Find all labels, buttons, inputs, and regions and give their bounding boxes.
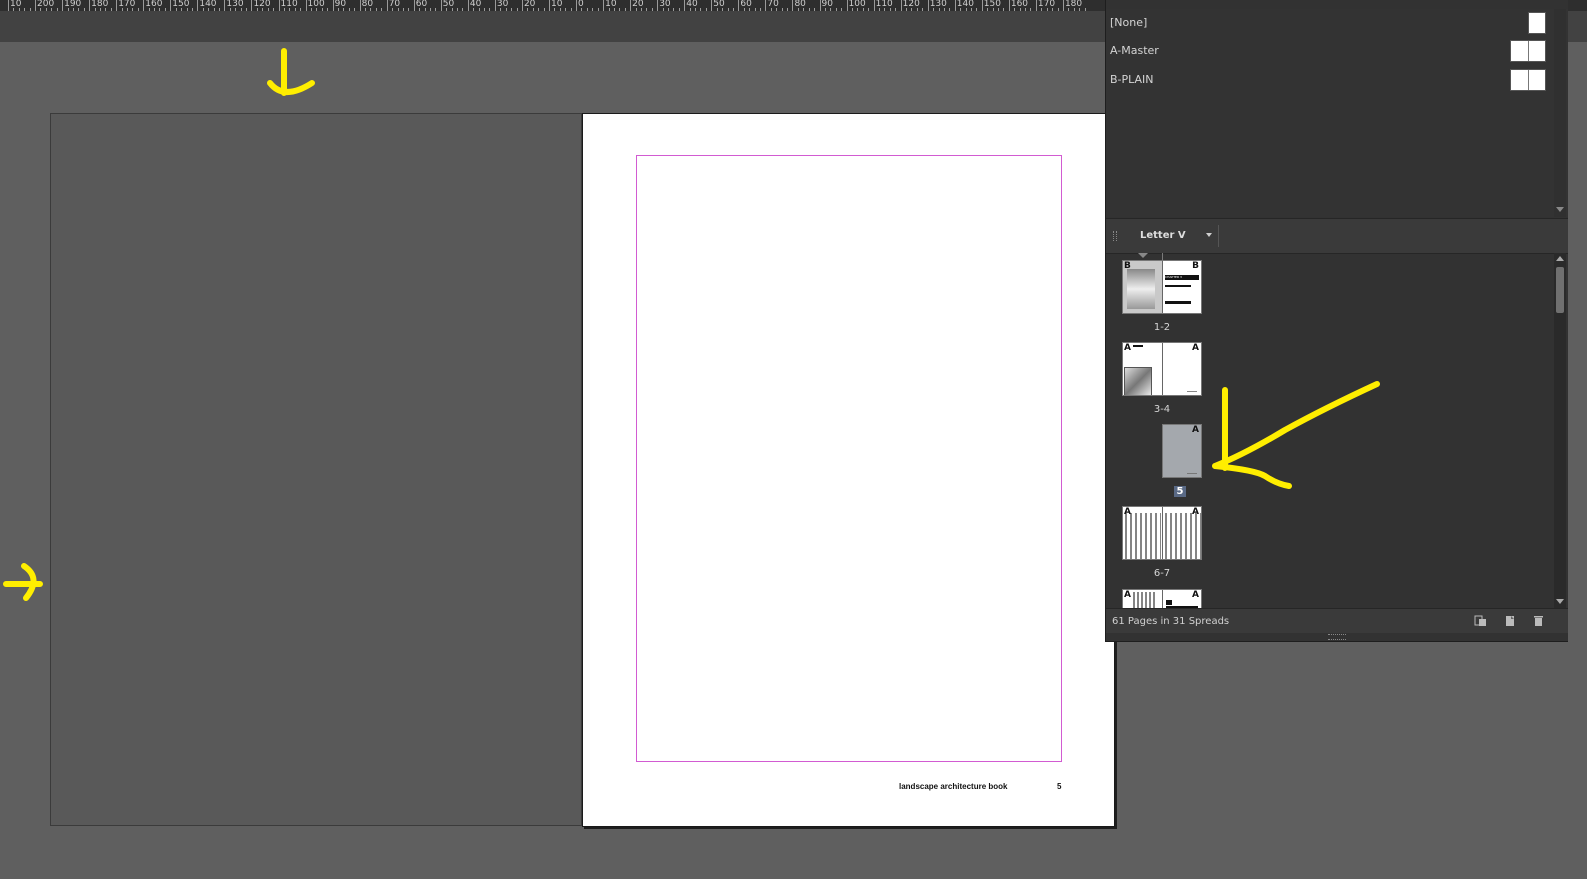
ruler-major-tick	[521, 0, 523, 11]
spread-thumb-5[interactable]: A	[1162, 424, 1202, 478]
ruler-major-tick	[440, 0, 442, 11]
ruler-major-tick	[873, 0, 875, 11]
ruler-major-tick	[494, 0, 496, 11]
ruler-major-tick	[332, 0, 334, 11]
pages-status-bar: 61 Pages in 31 Spreads	[1106, 608, 1568, 633]
ruler-major-tick	[819, 0, 821, 11]
pages-panel: [None] A-Master B-PLAIN Letter V CHAPTER…	[1105, 0, 1568, 642]
master-none[interactable]: [None]	[1110, 16, 1147, 29]
annotation-arrow-left-icon	[1212, 381, 1380, 489]
master-prefix: B	[1192, 261, 1199, 271]
separator	[1218, 225, 1219, 247]
master-prefix: A	[1192, 590, 1199, 600]
ruler-major-tick	[684, 0, 686, 11]
ruler-major-tick	[549, 0, 550, 11]
spread-label[interactable]: 1-2	[1122, 322, 1202, 333]
ruler-major-tick	[927, 0, 929, 11]
ruler-major-tick	[413, 0, 415, 11]
start-marker-icon	[1138, 253, 1148, 258]
table-thumb	[1165, 513, 1201, 559]
ruler-major-tick	[711, 0, 713, 11]
edit-page-size-icon[interactable]	[1474, 615, 1487, 627]
master-b[interactable]: B-PLAIN	[1110, 73, 1154, 86]
ruler-major-tick	[305, 0, 307, 11]
annotation-arrow-down-icon	[267, 48, 315, 96]
ruler-major-tick	[386, 0, 388, 11]
ruler-major-tick	[576, 0, 578, 11]
grip-icon[interactable]	[1113, 231, 1117, 241]
masters-scrollbar[interactable]	[1554, 9, 1566, 217]
ruler-major-tick	[251, 0, 253, 11]
ruler-major-tick	[89, 0, 91, 11]
master-a[interactable]: A-Master	[1110, 44, 1159, 57]
new-page-icon[interactable]	[1504, 615, 1517, 627]
master-a-thumb[interactable]	[1510, 40, 1546, 62]
ruler-major-tick	[170, 0, 172, 11]
spread-thumb-3-4[interactable]: A A	[1122, 342, 1202, 396]
ruler-major-tick	[1062, 0, 1064, 11]
page-count: 61 Pages in 31 Spreads	[1112, 616, 1230, 627]
document-page-5[interactable]: landscape architecture book 5	[582, 113, 1115, 827]
ruler-major-tick	[657, 0, 659, 11]
ruler-major-tick	[35, 0, 37, 11]
ruler-major-tick	[1035, 0, 1037, 11]
ruler-major-tick	[603, 0, 605, 11]
delete-page-icon[interactable]	[1532, 615, 1545, 627]
ruler-major-tick	[954, 0, 956, 11]
ruler-major-tick	[143, 0, 145, 11]
page-size-bar: Letter V	[1106, 218, 1568, 254]
ruler-major-tick	[62, 0, 64, 11]
scroll-down-arrow-icon[interactable]	[1556, 599, 1564, 604]
page-number: 5	[1057, 782, 1062, 791]
margin-guide	[636, 155, 1062, 762]
masters-list[interactable]: [None] A-Master B-PLAIN	[1106, 9, 1568, 217]
ruler-major-tick	[738, 0, 740, 11]
scroll-thumb[interactable]	[1556, 267, 1564, 313]
master-none-thumb[interactable]	[1528, 12, 1546, 34]
master-prefix: A	[1192, 507, 1199, 517]
annotation-arrow-right-icon	[3, 563, 43, 601]
empty-left-page-area[interactable]	[50, 113, 582, 826]
ruler-major-tick	[278, 0, 280, 11]
page-size-label[interactable]: Letter V	[1140, 230, 1186, 241]
spread-label[interactable]: 6-7	[1122, 568, 1202, 579]
ruler-major-tick	[8, 0, 9, 11]
master-prefix: A	[1124, 590, 1131, 600]
ruler-major-tick	[792, 0, 794, 11]
scroll-up-arrow-icon[interactable]	[1556, 256, 1564, 261]
chevron-down-icon[interactable]	[1206, 233, 1212, 237]
spread-thumb-1-2[interactable]: CHAPTER 3 B B	[1122, 260, 1202, 314]
ruler-major-tick	[467, 0, 469, 11]
master-prefix: A	[1192, 425, 1199, 435]
table-thumb	[1125, 513, 1161, 559]
photo-thumb	[1124, 367, 1152, 395]
scroll-down-arrow-icon[interactable]	[1556, 207, 1564, 212]
ruler-major-tick	[630, 0, 632, 11]
ruler-major-tick	[359, 0, 361, 11]
master-b-thumb[interactable]	[1510, 69, 1546, 91]
running-footer-title: landscape architecture book	[899, 782, 1008, 791]
chapter-band: CHAPTER 3	[1165, 275, 1199, 280]
panel-resize-grip-icon[interactable]	[1328, 634, 1346, 640]
ruler-major-tick	[846, 0, 848, 11]
ruler-major-tick	[900, 0, 902, 11]
ruler-major-tick	[981, 0, 983, 11]
master-prefix: A	[1124, 343, 1131, 353]
ruler-major-tick	[116, 0, 118, 11]
ruler-major-tick	[765, 0, 767, 11]
ruler-major-tick	[224, 0, 226, 11]
master-prefix: B	[1124, 261, 1131, 271]
pages-scrollbar[interactable]	[1554, 253, 1566, 608]
spread-thumb-8-9[interactable]: A A	[1122, 589, 1202, 608]
spread-thumb-6-7[interactable]: A A	[1122, 506, 1202, 560]
ruler-major-tick	[197, 0, 199, 11]
master-prefix: A	[1192, 343, 1199, 353]
master-prefix: A	[1124, 507, 1131, 517]
spread-label[interactable]: 3-4	[1122, 404, 1202, 415]
ruler-major-tick	[1008, 0, 1010, 11]
